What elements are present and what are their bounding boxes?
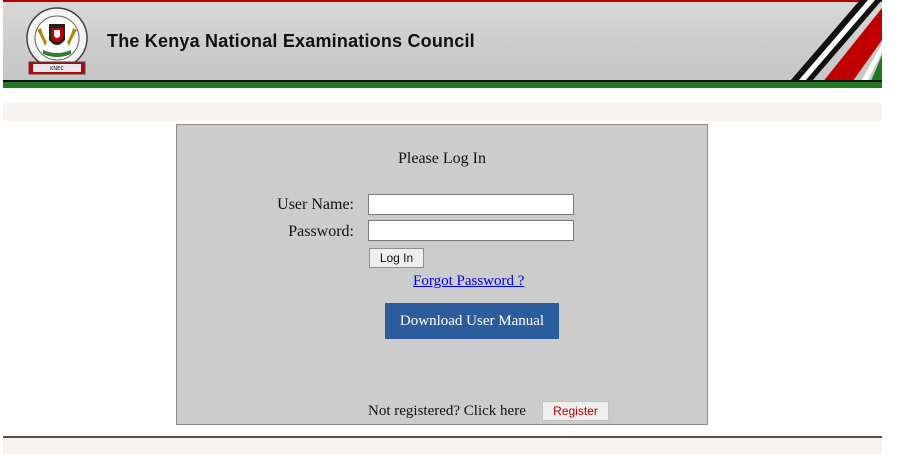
register-button[interactable]: Register — [542, 401, 609, 421]
kenya-flag-stripes — [784, 0, 882, 88]
username-label: User Name: — [277, 196, 354, 213]
not-registered-text: Not registered? Click here — [368, 403, 526, 419]
header-green-line — [3, 82, 882, 88]
bottom-bar — [3, 436, 882, 454]
site-title: The Kenya National Examinations Council — [107, 31, 475, 51]
password-input[interactable] — [368, 220, 574, 241]
coat-of-arms-icon: KNEC — [26, 7, 88, 75]
login-panel: Please Log In User Name: Password: Log I… — [176, 124, 708, 425]
download-user-manual-button[interactable]: Download User Manual — [385, 303, 559, 339]
login-button[interactable]: Log In — [369, 248, 424, 268]
header-top-line — [3, 0, 882, 2]
username-input[interactable] — [368, 194, 574, 215]
site-header: KNEC The Kenya National Examinations Cou… — [3, 0, 882, 88]
top-bar — [3, 103, 882, 121]
login-heading: Please Log In — [398, 150, 486, 167]
forgot-password-link[interactable]: Forgot Password ? — [413, 273, 524, 290]
svg-text:KNEC: KNEC — [50, 66, 64, 72]
password-label: Password: — [288, 223, 354, 240]
